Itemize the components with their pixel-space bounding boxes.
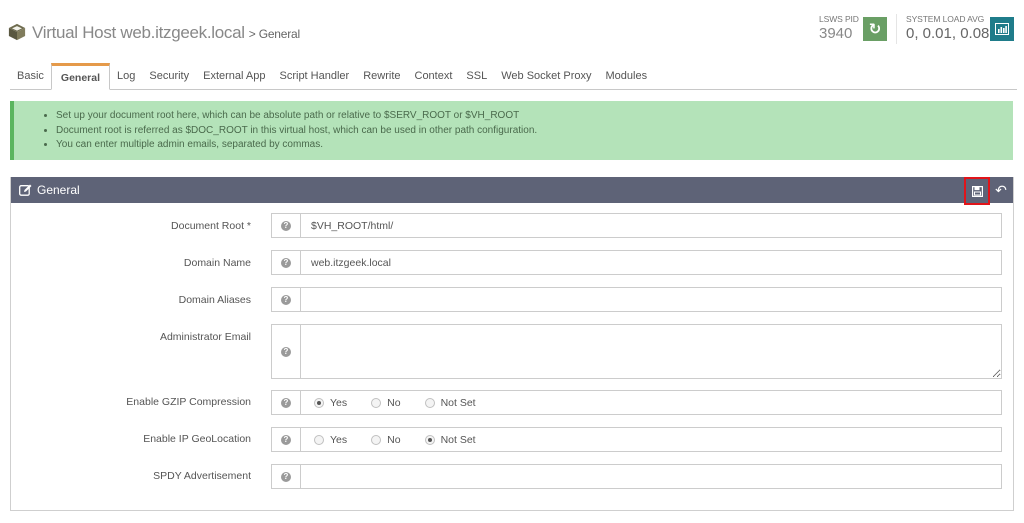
radio-button[interactable] (314, 434, 324, 445)
tab-ssl[interactable]: SSL (459, 64, 494, 89)
help-icon: ? (281, 220, 291, 231)
save-button[interactable] (964, 177, 990, 205)
gzip-option-no[interactable]: No (371, 396, 401, 409)
general-panel: General ↶ Document Root * ? Domain Name … (10, 177, 1014, 511)
gzip-label: Enable GZIP Compression (126, 396, 251, 408)
tab-external-app[interactable]: External App (196, 64, 272, 89)
option-label: Not Set (440, 396, 476, 409)
tab-log[interactable]: Log (110, 64, 142, 89)
help-icon: ? (281, 434, 291, 445)
gzip-option-yes[interactable]: Yes (314, 397, 347, 409)
help-icon: ? (281, 397, 291, 408)
domain-aliases-field: ? (271, 287, 1002, 312)
info-alert: Set up your document root here, which ca… (10, 101, 1013, 160)
domain-aliases-input[interactable] (301, 288, 1001, 311)
option-label: No (387, 396, 401, 409)
admin-email-field: ? (271, 324, 1002, 379)
lsws-pid-stat: LSWS PID 3940 (819, 14, 859, 42)
gzip-option-not-set[interactable]: Not Set (424, 396, 476, 409)
panel-title: General (37, 183, 80, 197)
header-divider (896, 14, 897, 44)
gzip-radio-group: Yes No Not Set (301, 391, 1001, 414)
alert-item: Document root is referred as $DOC_ROOT i… (56, 124, 1013, 139)
admin-email-textarea[interactable] (301, 325, 1001, 378)
tab-modules[interactable]: Modules (599, 64, 655, 89)
option-label: Yes (330, 396, 348, 409)
domain-name-input[interactable] (301, 251, 1001, 274)
system-load-stat: SYSTEM LOAD AVG 0, 0.01, 0.08 (906, 14, 989, 42)
geolocation-option-yes[interactable]: Yes (314, 434, 347, 446)
bar-chart-icon (995, 23, 1009, 35)
option-label: Not Set (440, 433, 476, 446)
domain-name-label: Domain Name (183, 257, 251, 269)
tab-web-socket-proxy[interactable]: Web Socket Proxy (494, 64, 598, 89)
load-chart-button[interactable] (990, 17, 1014, 41)
tab-bar: Basic General Log Security External App … (10, 63, 1017, 90)
undo-button[interactable]: ↶ (993, 182, 1009, 198)
geolocation-radio-group: Yes No Not Set (301, 428, 1001, 451)
radio-button[interactable] (424, 397, 435, 408)
pid-label: LSWS PID (819, 14, 859, 24)
help-button[interactable]: ? (272, 251, 301, 274)
help-button[interactable]: ? (272, 428, 301, 451)
help-icon: ? (281, 257, 291, 268)
help-button[interactable]: ? (272, 325, 301, 378)
undo-icon: ↶ (995, 181, 1007, 198)
domain-name-field: ? (271, 250, 1002, 275)
geolocation-label: Enable IP GeoLocation (143, 433, 251, 445)
radio-button[interactable] (424, 434, 435, 445)
radio-button[interactable] (371, 397, 382, 408)
geolocation-option-no[interactable]: No (371, 433, 401, 446)
doc-root-input[interactable] (301, 214, 1001, 237)
save-icon (971, 185, 983, 197)
help-icon: ? (281, 471, 291, 482)
doc-root-label: Document Root * (171, 220, 251, 232)
help-icon: ? (281, 346, 291, 357)
page-header: Virtual Host web.itzgeek.local > General… (0, 0, 1024, 62)
edit-icon (19, 184, 32, 196)
tab-script-handler[interactable]: Script Handler (273, 64, 357, 89)
geolocation-field: ? Yes No Not Set (271, 427, 1002, 452)
help-icon: ? (281, 294, 291, 305)
admin-email-label: Administrator Email (159, 331, 251, 343)
breadcrumb: > General (248, 27, 300, 41)
help-button[interactable]: ? (272, 391, 301, 414)
doc-root-field: ? (271, 213, 1002, 238)
tab-rewrite[interactable]: Rewrite (356, 64, 407, 89)
load-value: 0, 0.01, 0.08 (906, 25, 990, 42)
help-button[interactable]: ? (272, 288, 301, 311)
alert-item: You can enter multiple admin emails, sep… (56, 138, 1013, 153)
load-label: SYSTEM LOAD AVG (906, 14, 985, 24)
help-button[interactable]: ? (272, 465, 301, 488)
page-title: Virtual Host web.itzgeek.local (32, 23, 245, 42)
pid-value: 3940 (819, 25, 853, 42)
spdy-label: SPDY Advertisement (153, 470, 251, 482)
tab-context[interactable]: Context (408, 64, 460, 89)
title-area: Virtual Host web.itzgeek.local > General (8, 20, 300, 43)
gzip-field: ? Yes No Not Set (271, 390, 1002, 415)
tab-basic[interactable]: Basic (10, 64, 51, 89)
radio-button[interactable] (314, 397, 324, 408)
restart-button[interactable]: ↻ (863, 17, 887, 41)
domain-aliases-label: Domain Aliases (178, 294, 251, 306)
spdy-field: ? (271, 464, 1002, 489)
geolocation-option-not-set[interactable]: Not Set (424, 433, 476, 446)
help-button[interactable]: ? (272, 214, 301, 237)
spdy-input[interactable] (301, 465, 1001, 488)
panel-header: General ↶ (11, 177, 1013, 205)
alert-item: Set up your document root here, which ca… (56, 109, 1013, 124)
tab-security[interactable]: Security (142, 64, 196, 89)
tab-general[interactable]: General (50, 63, 111, 90)
cube-icon (8, 23, 26, 41)
option-label: Yes (330, 433, 348, 446)
refresh-icon: ↻ (868, 21, 882, 38)
option-label: No (387, 433, 401, 446)
radio-button[interactable] (371, 434, 382, 445)
